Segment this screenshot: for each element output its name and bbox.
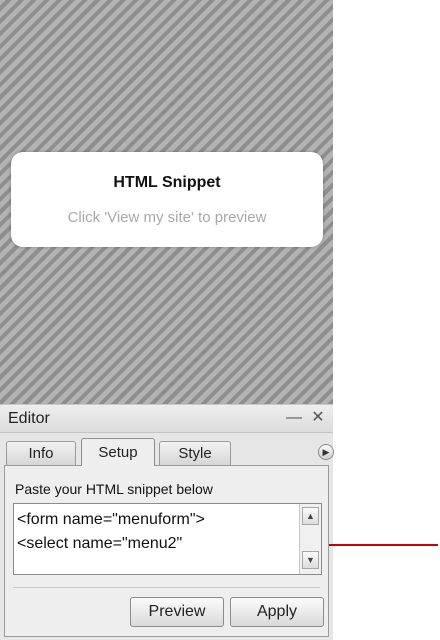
tab-style[interactable]: Style (159, 441, 231, 465)
tab-setup[interactable]: Setup (81, 438, 155, 466)
editor-tabs: Info Setup Style ▶ (4, 438, 334, 466)
snippet-title: HTML Snippet (113, 174, 221, 191)
editor-titlebar[interactable]: Editor — ✕ (0, 405, 333, 433)
code-input[interactable]: <form name="menuform"> <select name="men… (13, 503, 322, 575)
code-scrollbar[interactable]: ▲ ▼ (299, 504, 321, 574)
code-input-text[interactable]: <form name="menuform"> <select name="men… (17, 508, 295, 556)
close-icon[interactable]: ✕ (309, 408, 327, 428)
site-preview-area: HTML Snippet Click 'View my site' to pre… (0, 0, 333, 404)
divider (13, 587, 320, 588)
setup-tab-panel: Paste your HTML snippet below <form name… (4, 465, 329, 637)
editor-title: Editor (8, 410, 50, 427)
editor-panel: Editor — ✕ Info Setup Style ▶ Paste your… (0, 404, 334, 640)
paste-snippet-label: Paste your HTML snippet below (15, 481, 213, 497)
tab-scroll-right-icon[interactable]: ▶ (318, 444, 334, 460)
screen: HTML Snippet Click 'View my site' to pre… (0, 0, 440, 640)
minimize-icon[interactable]: — (285, 408, 303, 428)
apply-button[interactable]: Apply (230, 597, 324, 627)
html-snippet-card: HTML Snippet Click 'View my site' to pre… (11, 152, 323, 247)
preview-button[interactable]: Preview (130, 597, 224, 627)
triangle-up-icon[interactable]: ▲ (302, 507, 319, 525)
tab-info[interactable]: Info (6, 441, 76, 465)
triangle-down-icon[interactable]: ▼ (302, 551, 319, 569)
snippet-preview-hint: Click 'View my site' to preview (67, 209, 267, 226)
